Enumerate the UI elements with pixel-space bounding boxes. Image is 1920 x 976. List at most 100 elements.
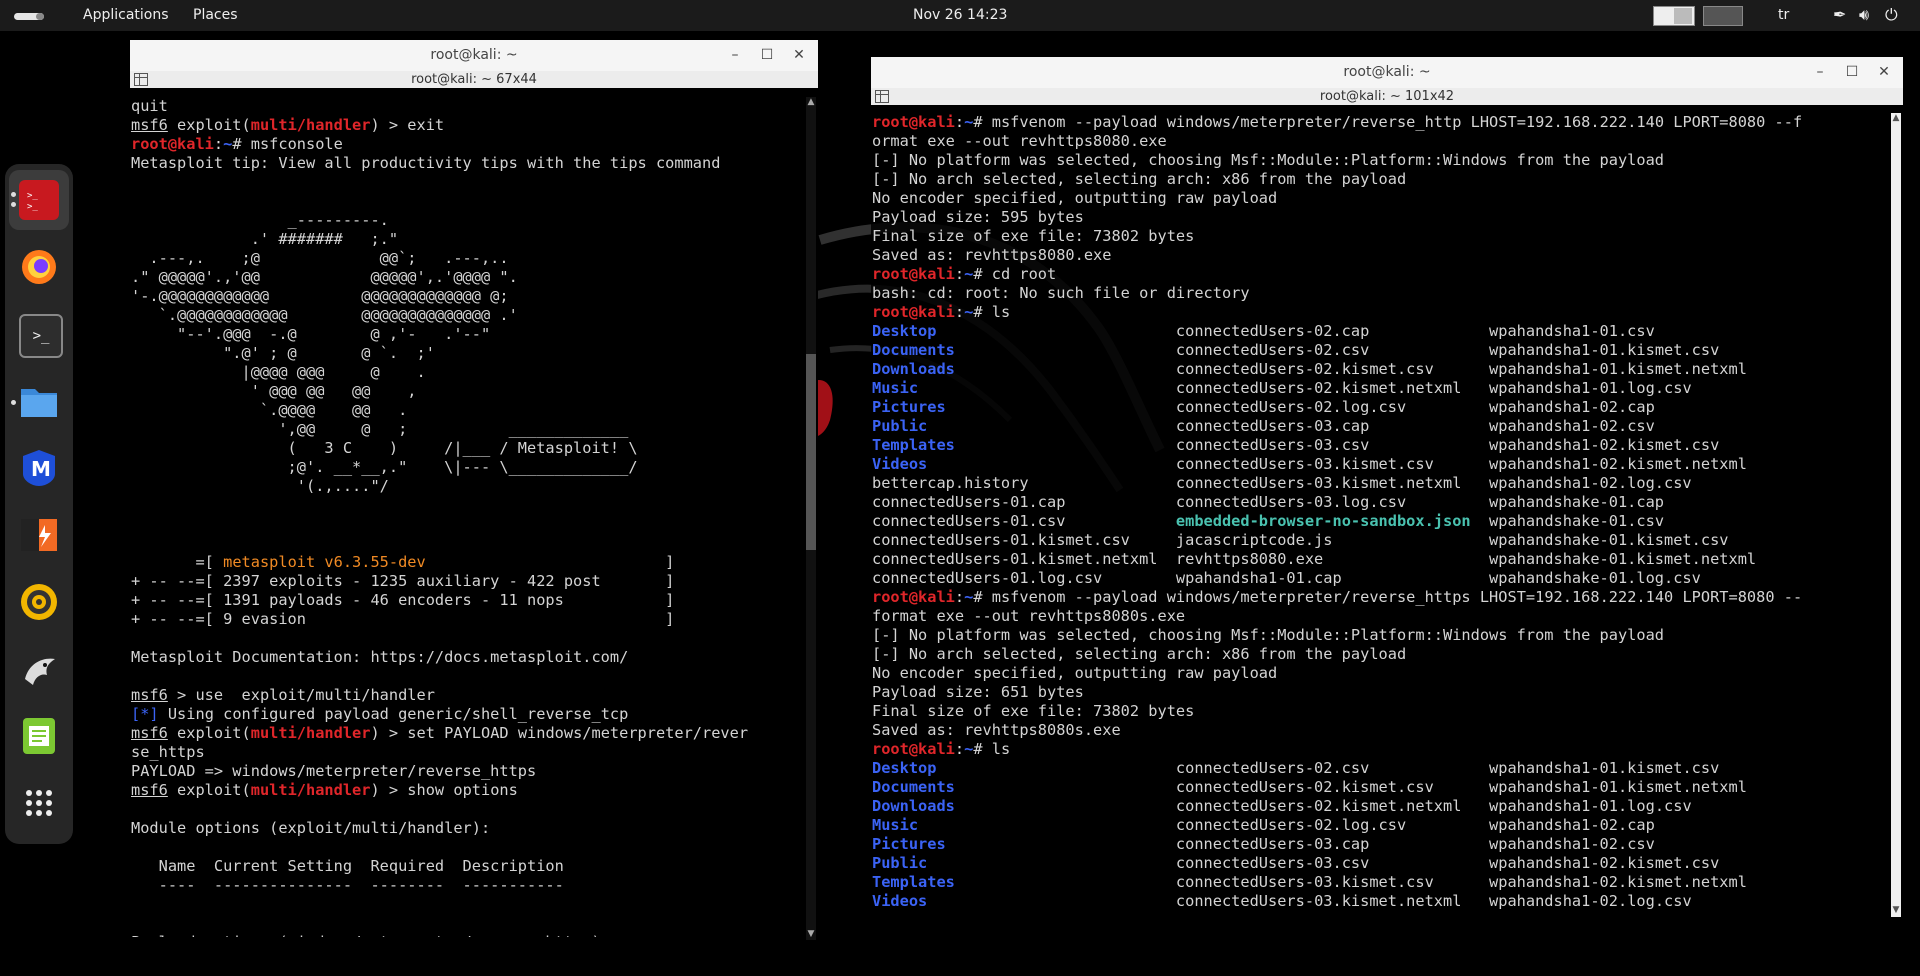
- terminal-line: Final size of exe file: 73802 bytes: [872, 702, 1195, 720]
- burpsuite-icon[interactable]: [19, 515, 59, 555]
- terminal-line: Public connectedUsers-03.csv wpahandsha1…: [872, 854, 1720, 872]
- terminal-line: root@kali:~# msfconsole: [131, 135, 343, 153]
- dock: >_ >_ >_ M: [5, 164, 73, 844]
- terminal-line: msf6 exploit(multi/handler) > exit: [131, 116, 445, 134]
- terminal-line: root@kali:~# ls: [872, 303, 1011, 321]
- terminal-line: .---,. ;@ @@`; .---,..: [131, 249, 509, 267]
- scroll-up-icon[interactable]: ▲: [806, 97, 816, 107]
- places-menu[interactable]: Places: [193, 7, 238, 23]
- terminal-line: |@@@@ @@@ @ .: [131, 363, 426, 381]
- terminal-output[interactable]: root@kali:~# msfvenom --payload windows/…: [872, 113, 1887, 913]
- terminal-line: '(.,...."/: [131, 477, 389, 495]
- workspace-1-thumbnail[interactable]: [1653, 6, 1695, 26]
- terminal-tab-bar: root@kali: ~ 67x44: [130, 71, 818, 88]
- applications-menu[interactable]: Applications: [83, 7, 169, 23]
- kali-tool-icon[interactable]: [19, 649, 59, 689]
- terminal-line: root@kali:~# ls: [872, 740, 1011, 758]
- terminal-line: format exe --out revhttps8080s.exe: [872, 607, 1186, 625]
- terminal-line: Pictures connectedUsers-02.log.csv wpaha…: [872, 398, 1655, 416]
- terminal-line: + -- --=[ 2397 exploits - 1235 auxiliary…: [131, 572, 675, 590]
- terminal-line: Desktop connectedUsers-02.cap wpahandsha…: [872, 322, 1655, 340]
- split-view-icon[interactable]: [875, 90, 889, 103]
- radar-app-icon[interactable]: [19, 582, 59, 622]
- terminal-icon[interactable]: >_: [19, 314, 63, 358]
- scroll-down-icon[interactable]: ▼: [1891, 905, 1901, 915]
- terminal-line: ​: [131, 800, 803, 819]
- scrollbar-thumb[interactable]: [806, 354, 816, 550]
- terminal-line: Saved as: revhttps8080.exe: [872, 246, 1112, 264]
- terminal-line: ​: [131, 629, 803, 648]
- terminal-line: Documents connectedUsers-02.kismet.csv w…: [872, 778, 1747, 796]
- terminal-line: connectedUsers-01.csv embedded-browser-n…: [872, 512, 1665, 530]
- terminal-line: Saved as: revhttps8080s.exe: [872, 721, 1121, 739]
- running-indicator: [11, 202, 16, 207]
- terminal-line: root@kali:~# cd root: [872, 265, 1057, 283]
- terminal-red-icon[interactable]: >_ >_: [19, 180, 59, 220]
- window-titlebar[interactable]: root@kali: ~ – ☐ ✕: [871, 57, 1903, 88]
- malwarebytes-icon[interactable]: M: [19, 448, 59, 488]
- firefox-icon[interactable]: [19, 247, 59, 287]
- terminal-output[interactable]: quit msf6 exploit(multi/handler) > exit ro…: [131, 97, 803, 937]
- svg-text:>_: >_: [27, 202, 38, 212]
- terminal-line: [*] Using configured payload generic/she…: [131, 705, 629, 723]
- workspace-indicator-dot: [36, 13, 44, 20]
- scroll-up-icon[interactable]: ▲: [1891, 113, 1901, 123]
- terminal-line: connectedUsers-01.kismet.csv jacascriptc…: [872, 531, 1729, 549]
- terminal-line: bash: cd: root: No such file or director…: [872, 284, 1250, 302]
- close-button[interactable]: ✕: [1873, 57, 1895, 88]
- terminal-line: No encoder specified, outputting raw pay…: [872, 189, 1278, 207]
- terminal-line: se_https: [131, 743, 205, 761]
- terminal-line: Music connectedUsers-02.kismet.netxml wp…: [872, 379, 1692, 397]
- top-panel: Applications Places Nov 26 14:23 tr ✒ 🔊︎…: [0, 0, 1920, 31]
- power-icon[interactable]: ⏻: [1885, 5, 1898, 25]
- terminal-line: ​: [131, 838, 803, 857]
- terminal-line: root@kali:~# msfvenom --payload windows/…: [872, 113, 1803, 131]
- terminal-line: ' @@@ @@ @@ ,: [131, 382, 417, 400]
- scroll-down-icon[interactable]: ▼: [806, 929, 816, 939]
- terminal-line: "--'.@@@ -.@ @ ,'- .'--": [131, 325, 491, 343]
- terminal-line: connectedUsers-01.log.csv wpahandsha1-01…: [872, 569, 1701, 587]
- terminal-line: Pictures connectedUsers-03.cap wpahandsh…: [872, 835, 1655, 853]
- files-folder-icon[interactable]: [19, 381, 59, 421]
- clock[interactable]: Nov 26 14:23: [913, 7, 1007, 23]
- running-indicator: [11, 192, 16, 197]
- terminal-line: ​: [131, 895, 803, 914]
- terminal-line: Templates connectedUsers-03.csv wpahands…: [872, 436, 1720, 454]
- scrollbar[interactable]: [1891, 113, 1901, 917]
- terminal-line: Module options (exploit/multi/handler):: [131, 819, 491, 837]
- window-titlebar[interactable]: root@kali: ~ – ☐ ✕: [130, 40, 818, 71]
- terminal-window-left: root@kali: ~ – ☐ ✕ root@kali: ~ 67x44 qu…: [130, 40, 818, 940]
- text-editor-icon[interactable]: [19, 716, 59, 756]
- minimize-button[interactable]: –: [1809, 57, 1831, 88]
- terminal-line: .' ####### ;.": [131, 230, 399, 248]
- volume-icon[interactable]: 🔊︎: [1859, 5, 1869, 25]
- split-view-icon[interactable]: [134, 73, 148, 86]
- terminal-line: ".@' ; @ @ `. ;': [131, 344, 435, 362]
- terminal-line: ;@'. __*__,." \|--- \_____________/: [131, 458, 638, 476]
- close-button[interactable]: ✕: [788, 40, 810, 71]
- terminal-line: bettercap.history connectedUsers-03.kism…: [872, 474, 1692, 492]
- terminal-line: PAYLOAD => windows/meterpreter/reverse_h…: [131, 762, 537, 780]
- pen-icon[interactable]: ✒: [1833, 5, 1846, 24]
- app-grid-icon[interactable]: [19, 783, 59, 823]
- window-title: root@kali: ~: [1343, 64, 1431, 80]
- terminal-line: connectedUsers-01.kismet.netxml revhttps…: [872, 550, 1757, 568]
- terminal-line: ." @@@@@'.,'@@ @@@@@',.'@@@@ ".: [131, 268, 518, 286]
- terminal-line: [-] No platform was selected, choosing M…: [872, 151, 1665, 169]
- terminal-line: ​: [131, 667, 803, 686]
- terminal-line: =[ metasploit v6.3.55-dev ]: [131, 553, 675, 571]
- terminal-line: [-] No arch selected, selecting arch: x8…: [872, 645, 1407, 663]
- terminal-line: Downloads connectedUsers-02.kismet.netxm…: [872, 797, 1692, 815]
- minimize-button[interactable]: –: [724, 40, 746, 71]
- terminal-line: [-] No platform was selected, choosing M…: [872, 626, 1665, 644]
- maximize-button[interactable]: ☐: [756, 40, 778, 71]
- keyboard-layout[interactable]: tr: [1778, 7, 1789, 23]
- terminal-line: Payload size: 651 bytes: [872, 683, 1084, 701]
- terminal-line: Downloads connectedUsers-02.kismet.csv w…: [872, 360, 1747, 378]
- terminal-line: '-.@@@@@@@@@@@@ @@@@@@@@@@@@@ @;: [131, 287, 509, 305]
- tab-title: root@kali: ~ 101x42: [1319, 89, 1455, 104]
- workspace-2-thumbnail[interactable]: [1703, 6, 1743, 26]
- terminal-line: Payload options (windows/meterpreter/rev…: [131, 933, 803, 937]
- terminal-line: Public connectedUsers-03.cap wpahandsha1…: [872, 417, 1655, 435]
- maximize-button[interactable]: ☐: [1841, 57, 1863, 88]
